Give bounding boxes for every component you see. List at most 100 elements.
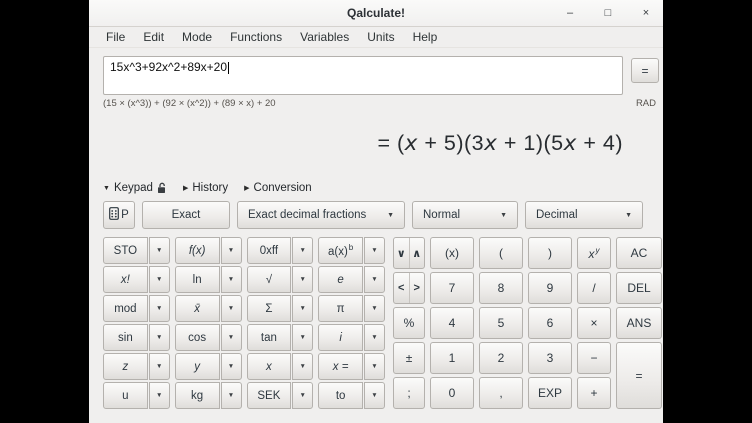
key-e-dropdown[interactable]: ▼ xyxy=(364,266,385,293)
tab-conversion[interactable]: ▶Conversion xyxy=(244,182,312,194)
key-tan-dropdown[interactable]: ▼ xyxy=(292,324,313,351)
key-x-equals-dropdown[interactable]: ▼ xyxy=(364,353,385,380)
key-pi[interactable]: π xyxy=(318,295,363,322)
key-pi-dropdown[interactable]: ▼ xyxy=(364,295,385,322)
key-power[interactable]: xy xyxy=(577,237,611,269)
menu-variables[interactable]: Variables xyxy=(291,28,358,46)
menu-help[interactable]: Help xyxy=(404,28,447,46)
key-mean-dropdown[interactable]: ▼ xyxy=(221,295,242,322)
expression-input[interactable]: 15x^3+92x^2+89x+20 xyxy=(103,56,623,95)
key-semicolon[interactable]: ; xyxy=(393,377,425,409)
key-kg[interactable]: kg xyxy=(175,382,220,409)
key-open-paren[interactable]: ( xyxy=(479,237,523,269)
key-ln[interactable]: ln xyxy=(175,266,220,293)
key-i-dropdown[interactable]: ▼ xyxy=(364,324,385,351)
menu-functions[interactable]: Functions xyxy=(221,28,291,46)
key-u[interactable]: u xyxy=(103,382,148,409)
exact-toggle-button[interactable]: Exact xyxy=(142,201,230,229)
key-sin-dropdown[interactable]: ▼ xyxy=(149,324,170,351)
key-kg-dropdown[interactable]: ▼ xyxy=(221,382,242,409)
key-sqrt-dropdown[interactable]: ▼ xyxy=(292,266,313,293)
display-mode-dropdown[interactable]: Normal ▼ xyxy=(412,201,518,229)
key-sek[interactable]: SEK xyxy=(247,382,292,409)
key-divide[interactable]: / xyxy=(577,272,611,304)
key-up-down[interactable]: ∨∧ xyxy=(393,237,425,269)
key-0[interactable]: 0 xyxy=(430,377,474,409)
key-3[interactable]: 3 xyxy=(528,342,572,374)
key-hex-dropdown[interactable]: ▼ xyxy=(292,237,313,264)
menu-units[interactable]: Units xyxy=(358,28,403,46)
key-x[interactable]: x xyxy=(247,353,292,380)
key-cos[interactable]: cos xyxy=(175,324,220,351)
menu-file[interactable]: File xyxy=(97,28,134,46)
key-up-down-b[interactable]: ∧ xyxy=(409,238,425,268)
key-ans[interactable]: ANS xyxy=(616,307,662,339)
lock-icon[interactable] xyxy=(157,182,167,194)
key-sum-dropdown[interactable]: ▼ xyxy=(292,295,313,322)
key-axb-dropdown[interactable]: ▼ xyxy=(364,237,385,264)
key-mod[interactable]: mod xyxy=(103,295,148,322)
menu-edit[interactable]: Edit xyxy=(134,28,173,46)
key-e[interactable]: e xyxy=(318,266,363,293)
key-to-dropdown[interactable]: ▼ xyxy=(364,382,385,409)
key-z-dropdown[interactable]: ▼ xyxy=(149,353,170,380)
key-decimal[interactable]: , xyxy=(479,377,523,409)
key-ac[interactable]: AC xyxy=(616,237,662,269)
key-tan[interactable]: tan xyxy=(247,324,292,351)
key-mean[interactable]: x̄ xyxy=(175,295,220,322)
minimize-icon[interactable]: – xyxy=(563,8,577,19)
key-i[interactable]: i xyxy=(318,324,363,351)
key-percent[interactable]: % xyxy=(393,307,425,339)
key-left-right-b[interactable]: > xyxy=(409,273,425,303)
key-8[interactable]: 8 xyxy=(479,272,523,304)
key-left-right-a[interactable]: < xyxy=(394,273,409,303)
key-z[interactable]: z xyxy=(103,353,148,380)
key-sin[interactable]: sin xyxy=(103,324,148,351)
key-4[interactable]: 4 xyxy=(430,307,474,339)
key-9[interactable]: 9 xyxy=(528,272,572,304)
key-function-dropdown[interactable]: ▼ xyxy=(221,237,242,264)
key-sum[interactable]: Σ xyxy=(247,295,292,322)
key-function[interactable]: f(x) xyxy=(175,237,220,264)
calculate-button[interactable]: = xyxy=(631,58,659,83)
key-5[interactable]: 5 xyxy=(479,307,523,339)
tab-keypad[interactable]: ▼Keypad xyxy=(103,182,167,194)
key-add[interactable]: + xyxy=(577,377,611,409)
key-subtract[interactable]: − xyxy=(577,342,611,374)
key-2[interactable]: 2 xyxy=(479,342,523,374)
key-y-dropdown[interactable]: ▼ xyxy=(221,353,242,380)
key-sek-dropdown[interactable]: ▼ xyxy=(292,382,313,409)
key-equals[interactable]: = xyxy=(616,342,662,409)
key-factorial[interactable]: x! xyxy=(103,266,148,293)
key-store-dropdown[interactable]: ▼ xyxy=(149,237,170,264)
close-icon[interactable]: × xyxy=(639,8,653,19)
number-base-dropdown[interactable]: Decimal ▼ xyxy=(525,201,643,229)
key-x-equals[interactable]: x = xyxy=(318,353,363,380)
key-to[interactable]: to xyxy=(318,382,363,409)
key-factorial-dropdown[interactable]: ▼ xyxy=(149,266,170,293)
key-exp[interactable]: EXP xyxy=(528,377,572,409)
key-sqrt[interactable]: √ xyxy=(247,266,292,293)
key-u-dropdown[interactable]: ▼ xyxy=(149,382,170,409)
key-6[interactable]: 6 xyxy=(528,307,572,339)
key-y[interactable]: y xyxy=(175,353,220,380)
key-up-down-a[interactable]: ∨ xyxy=(394,238,409,268)
key-x-parens[interactable]: (x) xyxy=(430,237,474,269)
key-del[interactable]: DEL xyxy=(616,272,662,304)
key-close-paren[interactable]: ) xyxy=(528,237,572,269)
programming-keypad-button[interactable]: P xyxy=(103,201,135,229)
maximize-icon[interactable]: □ xyxy=(601,8,615,19)
key-plus-minus[interactable]: ± xyxy=(393,342,425,374)
key-1[interactable]: 1 xyxy=(430,342,474,374)
key-ln-dropdown[interactable]: ▼ xyxy=(221,266,242,293)
key-axb[interactable]: a(x)b xyxy=(318,237,363,264)
key-left-right[interactable]: <> xyxy=(393,272,425,304)
menu-mode[interactable]: Mode xyxy=(173,28,221,46)
key-x-dropdown[interactable]: ▼ xyxy=(292,353,313,380)
fraction-mode-dropdown[interactable]: Exact decimal fractions ▼ xyxy=(237,201,405,229)
key-store[interactable]: STO xyxy=(103,237,148,264)
key-cos-dropdown[interactable]: ▼ xyxy=(221,324,242,351)
tab-history[interactable]: ▶History xyxy=(183,182,228,194)
key-hex[interactable]: 0xff xyxy=(247,237,292,264)
key-multiply[interactable]: × xyxy=(577,307,611,339)
